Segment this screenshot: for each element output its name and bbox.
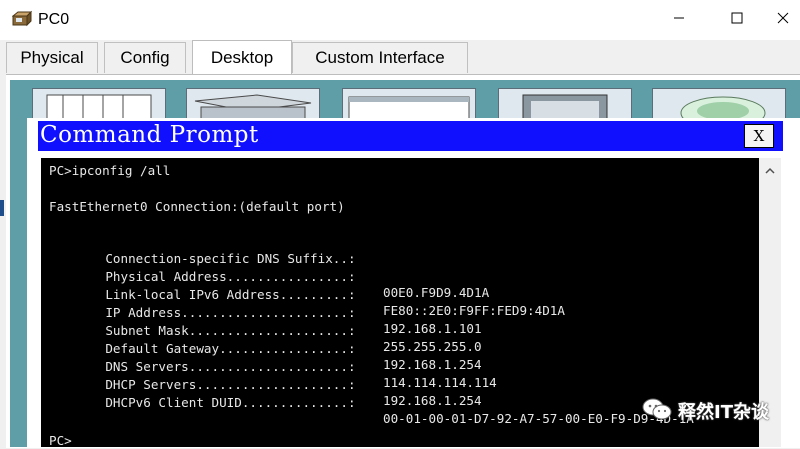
desktop-app-tile[interactable] [498,88,632,119]
side-indicator [0,200,4,216]
window-title: PC0 [38,11,70,28]
config-value: 00E0.F9D9.4D1A [383,285,490,300]
config-value: 114.114.114.114 [383,375,497,390]
tab-desktop[interactable]: Desktop [192,40,292,74]
desktop-app-tile[interactable] [186,88,320,119]
config-value: FE80::2E0:F9FF:FED9:4D1A [383,303,565,318]
command-prompt-close-button[interactable]: X [744,124,774,148]
watermark: 释然IT杂谈 [642,398,769,424]
desktop-app-tile[interactable] [652,88,786,119]
maximize-icon [731,11,743,29]
config-label: DHCPv6 Client DUID..............: [105,395,356,410]
tab-physical[interactable]: Physical [6,42,98,73]
config-value: 255.255.255.0 [383,339,482,354]
scroll-up-button[interactable] [759,158,781,184]
command-prompt-titlebar: Command Prompt X [38,121,783,151]
config-value: 192.168.1.101 [383,321,482,336]
desktop-app-tile[interactable] [32,88,166,119]
command-line: PC>ipconfig /all [49,163,171,178]
config-value: 192.168.1.254 [383,357,482,372]
window-titlebar: PC0 [0,0,800,40]
chevron-up-icon [765,162,775,180]
pc-app-icon [11,10,33,28]
desktop-app-tile[interactable] [342,88,476,119]
config-row: DHCPv6 Client DUID..............: 00-01-… [75,379,694,443]
minimize-icon [673,11,685,29]
config-value: 192.168.1.254 [383,393,482,408]
tab-custom-interface[interactable]: Custom Interface [292,42,468,73]
connection-header: FastEthernet0 Connection:(default port) [49,199,345,214]
watermark-text: 释然IT杂谈 [678,402,769,423]
wechat-icon [642,397,672,426]
close-button[interactable] [760,0,800,40]
close-icon [777,11,789,29]
minimize-button[interactable] [656,0,702,40]
tab-config[interactable]: Config [104,42,186,73]
maximize-button[interactable] [714,0,760,40]
command-prompt-title: Command Prompt [40,122,259,148]
